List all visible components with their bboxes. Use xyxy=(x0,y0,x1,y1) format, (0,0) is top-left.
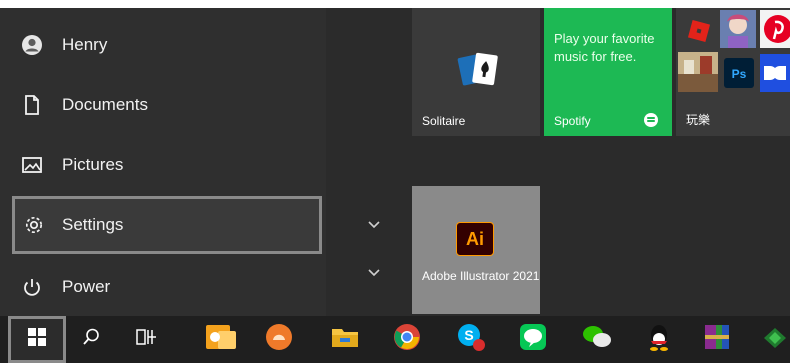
tile-illustrator[interactable]: Ai Adobe Illustrator 2021 xyxy=(412,186,540,314)
file-explorer-icon xyxy=(330,323,360,356)
illustrator-icon: Ai xyxy=(456,222,494,256)
taskbar-line[interactable] xyxy=(510,316,556,363)
spotify-promo-text: Play your favorite music for free. xyxy=(554,31,655,64)
winrar-icon xyxy=(702,322,732,357)
taskbar-chrome[interactable] xyxy=(384,316,430,363)
svg-text:S: S xyxy=(464,327,473,343)
tile-solitaire-label: Solitaire xyxy=(422,114,466,128)
app-orange-icon xyxy=(264,322,294,357)
chevron-down-icon[interactable] xyxy=(368,216,382,230)
rail-power[interactable]: Power xyxy=(0,258,326,316)
rail-settings-label: Settings xyxy=(62,215,124,234)
taskbar-wechat[interactable] xyxy=(574,316,620,363)
windows-logo-icon xyxy=(28,328,46,351)
rail-user-label: Henry xyxy=(62,35,108,54)
tile-illustrator-label: Adobe Illustrator 2021 xyxy=(422,269,540,283)
chrome-icon xyxy=(392,322,422,357)
pictures-icon xyxy=(20,153,44,177)
photoshop-icon: Ps xyxy=(724,58,754,88)
game-thumbnail-icon xyxy=(678,52,718,92)
spotify-logo-icon xyxy=(644,113,658,127)
rail-settings[interactable]: Settings xyxy=(12,196,322,254)
game-avatar-icon xyxy=(720,10,756,48)
rail-power-label: Power xyxy=(62,277,111,296)
start-button[interactable] xyxy=(8,316,66,363)
taskbar: S xyxy=(0,316,790,363)
rail-documents-label: Documents xyxy=(62,95,148,114)
app-green-icon xyxy=(760,322,790,357)
start-menu: Henry Documents Pictures Settings Power … xyxy=(0,8,790,316)
line-icon xyxy=(518,322,548,357)
taskbar-app-green[interactable] xyxy=(752,316,790,363)
tile-play-folder[interactable]: Ps 玩樂 xyxy=(676,8,790,136)
pinterest-icon xyxy=(760,10,790,48)
taskbar-outlook[interactable] xyxy=(198,316,244,363)
tile-play-label: 玩樂 xyxy=(686,113,711,127)
document-icon xyxy=(20,93,44,117)
wechat-icon xyxy=(581,322,613,357)
power-icon xyxy=(20,275,44,299)
taskbar-skype[interactable]: S xyxy=(448,316,494,363)
roblox-icon xyxy=(682,14,716,48)
taskbar-qq[interactable] xyxy=(636,316,682,363)
taskbar-file-explorer[interactable] xyxy=(322,316,368,363)
tile-solitaire[interactable]: Solitaire xyxy=(412,8,540,136)
skype-icon: S xyxy=(455,321,487,358)
search-button[interactable] xyxy=(68,316,114,363)
rail-pictures-label: Pictures xyxy=(62,155,124,174)
gear-icon xyxy=(22,213,46,237)
user-avatar-icon xyxy=(20,33,44,57)
task-view-icon xyxy=(136,327,158,352)
task-view-button[interactable] xyxy=(124,316,170,363)
solitaire-cards-icon xyxy=(456,48,500,97)
rail-documents[interactable]: Documents xyxy=(0,76,326,134)
tile-spotify-label: Spotify xyxy=(554,114,591,128)
screen: Henry Documents Pictures Settings Power … xyxy=(0,0,790,363)
rail-pictures[interactable]: Pictures xyxy=(0,136,326,194)
taskbar-winrar[interactable] xyxy=(694,316,740,363)
rail-user[interactable]: Henry xyxy=(0,16,326,74)
start-left-rail: Henry Documents Pictures Settings Power xyxy=(0,8,326,316)
dolby-icon xyxy=(760,54,790,92)
tile-spotify[interactable]: Play your favorite music for free. Spoti… xyxy=(544,8,672,136)
search-icon xyxy=(81,327,101,352)
chevron-down-icon[interactable] xyxy=(368,264,382,278)
taskbar-app-orange[interactable] xyxy=(256,316,302,363)
svg-text:Ps: Ps xyxy=(732,67,747,81)
qq-icon xyxy=(646,322,672,357)
outlook-icon xyxy=(204,321,238,358)
